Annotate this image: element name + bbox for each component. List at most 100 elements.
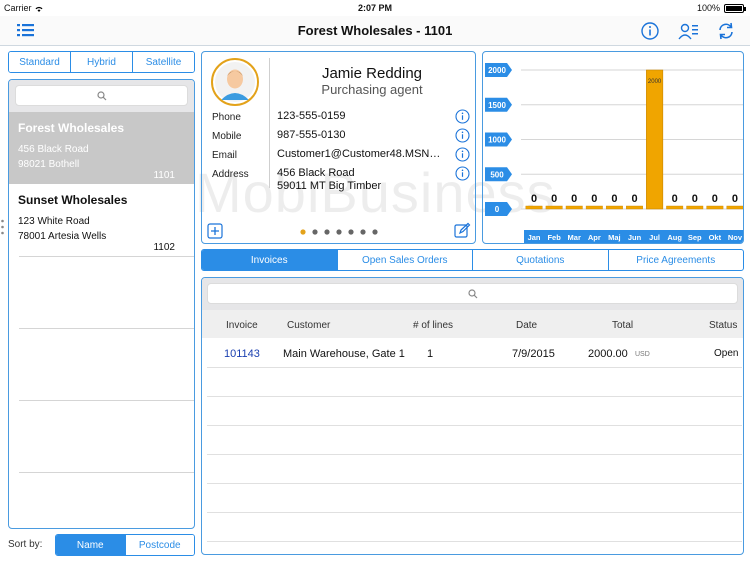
tab-quotations[interactable]: Quotations — [473, 250, 609, 270]
bar — [585, 205, 603, 210]
bar — [545, 205, 563, 210]
battery-icon — [724, 4, 746, 13]
row-divider — [207, 425, 742, 426]
bar — [726, 205, 743, 210]
contact-title: Purchasing agent — [321, 82, 423, 97]
battery-percent: 100% — [696, 3, 720, 13]
bar — [626, 205, 643, 210]
mobile-info-icon[interactable] — [455, 128, 470, 143]
bar — [646, 69, 664, 210]
page-title: Forest Wholesales - 1101 — [297, 23, 453, 38]
address-label: Address — [212, 169, 249, 180]
sales-chart: 2000 1500 1000 500 0 Jan 0 Feb 0 Mar 0 Apr 0 Maj 0 Jun 0… — [485, 63, 743, 243]
customer-search-input[interactable] — [15, 85, 188, 106]
bar — [605, 205, 623, 210]
invoice-number-link[interactable]: 101143 — [224, 348, 260, 360]
refresh-icon[interactable] — [716, 21, 738, 41]
customer-city: 98021 Bothell — [18, 159, 80, 170]
invoice-lines: 1 — [427, 348, 434, 360]
search-icon — [96, 90, 106, 100]
column-lines[interactable]: # of lines — [413, 320, 453, 331]
x-tick-label: Jan — [528, 233, 541, 242]
invoice-date: 7/9/2015 — [512, 348, 555, 360]
drag-handle[interactable] — [0, 215, 5, 239]
column-customer[interactable]: Customer — [287, 320, 330, 331]
page-dots[interactable] — [299, 227, 379, 235]
sales-chart-panel: 2000 1500 1000 500 0 Jan 0 Feb 0 Mar 0 Apr 0 Maj 0 Jun 0… — [482, 51, 744, 244]
bar-value-label: 0 — [712, 193, 718, 205]
x-tick-label: Maj — [608, 233, 621, 242]
phone-label: Phone — [212, 112, 241, 123]
list-divider — [19, 256, 194, 257]
info-icon[interactable] — [640, 21, 662, 41]
bar-value-label: 0 — [551, 193, 557, 205]
phone-value: 123-555-0159 — [277, 110, 346, 122]
x-tick-label: Apr — [588, 233, 601, 242]
email-label: Email — [212, 150, 238, 161]
bar — [525, 205, 543, 210]
contact-card-icon[interactable] — [678, 21, 700, 41]
invoice-currency: USD — [635, 351, 650, 358]
x-tick-label: Sep — [688, 233, 702, 242]
customer-address: 456 Black Road — [18, 144, 89, 155]
add-contact-icon[interactable] — [207, 223, 223, 239]
view-mode-control: Standard Hybrid Satellite — [8, 51, 195, 73]
y-tick-label: 500 — [490, 170, 504, 179]
nav-bar: Forest Wholesales - 1101 — [0, 16, 750, 46]
bar — [666, 205, 684, 210]
email-value: Customer1@Customer48.MSN… — [277, 148, 441, 160]
customer-number: 1102 — [153, 242, 175, 253]
sort-by-postcode[interactable]: Postcode — [125, 535, 194, 555]
sort-control: Name Postcode — [55, 534, 195, 556]
contact-card: Jamie Redding Purchasing agent Phone 123… — [201, 51, 476, 244]
x-tick-label: Mar — [568, 233, 581, 242]
bar-value-label: 0 — [732, 193, 738, 205]
y-tick-label: 1000 — [488, 136, 506, 145]
customer-search-bar — [9, 80, 194, 112]
column-status[interactable]: Status — [709, 320, 737, 331]
bar — [706, 205, 724, 210]
address-info-icon[interactable] — [455, 166, 470, 181]
mobile-value: 987-555-0130 — [277, 129, 346, 141]
row-divider — [207, 454, 742, 455]
row-divider — [207, 512, 742, 513]
bar-value-label: 0 — [591, 193, 597, 205]
table-header — [202, 310, 743, 338]
list-item[interactable]: Sunset Wholesales 123 White Road 78001 A… — [9, 184, 194, 256]
y-tick-label: 1500 — [488, 101, 506, 110]
view-mode-satellite[interactable]: Satellite — [133, 52, 194, 72]
view-mode-standard[interactable]: Standard — [9, 52, 71, 72]
customer-name: Forest Wholesales — [18, 121, 125, 135]
list-item[interactable]: Forest Wholesales 456 Black Road 98021 B… — [9, 112, 194, 184]
x-tick-label: Jul — [649, 233, 660, 242]
status-time: 2:07 PM — [357, 3, 392, 13]
edit-icon[interactable] — [454, 222, 471, 239]
phone-info-icon[interactable] — [455, 109, 470, 124]
contact-name: Jamie Redding — [321, 65, 423, 82]
bar-value-label: 2000 — [648, 79, 662, 85]
sort-label: Sort by: — [8, 539, 43, 550]
column-total[interactable]: Total — [612, 320, 633, 331]
column-date[interactable]: Date — [516, 320, 537, 331]
list-divider — [19, 328, 194, 329]
tab-open-sales-orders[interactable]: Open Sales Orders — [338, 250, 473, 270]
customer-list-panel: Forest Wholesales 456 Black Road 98021 B… — [8, 79, 195, 529]
row-divider — [207, 541, 742, 542]
invoice-total: 2000.00 — [588, 348, 628, 360]
x-tick-label: Feb — [547, 233, 561, 242]
invoice-search-input[interactable] — [207, 283, 738, 304]
tab-price-agreements[interactable]: Price Agreements — [609, 250, 744, 270]
sort-by-name[interactable]: Name — [56, 535, 126, 555]
column-invoice[interactable]: Invoice — [226, 320, 258, 331]
y-tick-label: 0 — [495, 205, 500, 214]
view-mode-hybrid[interactable]: Hybrid — [71, 52, 133, 72]
invoice-status: Open — [714, 348, 739, 359]
bar-value-label: 0 — [672, 193, 678, 205]
tab-invoices[interactable]: Invoices — [202, 250, 338, 270]
y-tick-label: 2000 — [488, 66, 506, 75]
email-info-icon[interactable] — [455, 147, 470, 162]
invoice-search-bar — [202, 278, 743, 310]
x-tick-label: Okt — [709, 233, 722, 242]
detail-tabs: Invoices Open Sales Orders Quotations Pr… — [201, 249, 744, 271]
customer-name: Sunset Wholesales — [18, 193, 128, 207]
